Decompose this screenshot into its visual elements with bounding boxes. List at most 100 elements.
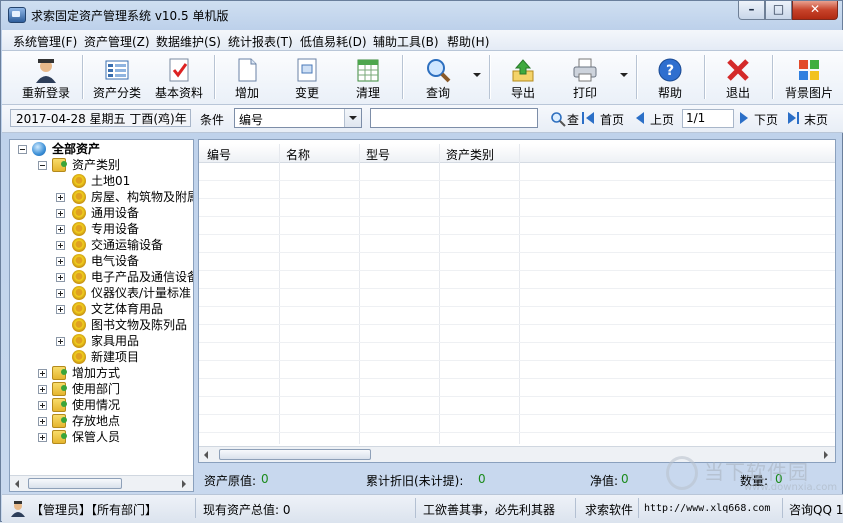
tree-category-group[interactable]: 资产类别 — [72, 157, 120, 173]
search-icon[interactable] — [550, 111, 566, 127]
scroll-left-icon[interactable] — [15, 480, 19, 488]
next-page-button[interactable]: 下页 — [754, 111, 778, 128]
tree-item[interactable]: 专用设备 — [91, 221, 139, 237]
expand-icon[interactable] — [38, 417, 47, 426]
maximize-button[interactable]: □ — [765, 1, 792, 20]
tree-group-usage[interactable]: 使用情况 — [72, 397, 120, 413]
expand-icon[interactable] — [56, 225, 65, 234]
contact-qq[interactable]: 咨询QQ 1 — [789, 501, 843, 518]
expand-icon[interactable] — [38, 401, 47, 410]
expand-icon[interactable] — [56, 193, 65, 202]
expand-icon[interactable] — [38, 433, 47, 442]
category-icon — [72, 350, 86, 364]
print-dropdown-icon[interactable] — [620, 73, 628, 77]
watermark-text: 当下软件园 — [704, 460, 809, 484]
clear-label: 清理 — [355, 86, 380, 100]
scroll-thumb[interactable] — [219, 449, 371, 460]
scroll-left-icon[interactable] — [204, 451, 208, 459]
last-page-button[interactable]: 末页 — [804, 111, 828, 128]
chevron-down-icon[interactable] — [344, 109, 361, 127]
expand-icon[interactable] — [56, 241, 65, 250]
column-header[interactable]: 编号 — [207, 146, 231, 163]
prev-page-icon[interactable] — [636, 112, 644, 124]
asset-class-button[interactable]: 资产分类 — [88, 53, 146, 101]
tree-item[interactable]: 文艺体育用品 — [91, 301, 163, 317]
query-button[interactable]: 查询 — [408, 53, 468, 101]
brand: 求索软件 — [585, 503, 634, 517]
tree-item[interactable]: 新建项目 — [91, 349, 139, 365]
close-button[interactable]: ✕ — [792, 1, 838, 20]
toolbar-separator — [636, 55, 638, 99]
print-button[interactable]: 打印 — [555, 53, 615, 101]
magnifier-icon — [427, 59, 451, 83]
website-link[interactable]: http://www.xlq668.com — [644, 503, 770, 514]
column-header[interactable]: 名称 — [286, 146, 310, 163]
status-separator — [195, 498, 196, 518]
tree-group-custodian[interactable]: 保管人员 — [72, 429, 120, 445]
last-page-icon[interactable] — [788, 112, 796, 124]
menu-consumables[interactable]: 低值易耗(D) — [300, 33, 367, 50]
tree-item[interactable]: 房屋、构筑物及附属 — [91, 189, 193, 205]
condition-select[interactable]: 编号 — [234, 108, 362, 128]
relogin-button[interactable]: 重新登录 — [14, 53, 78, 101]
menu-reports[interactable]: 统计报表(T) — [228, 33, 293, 50]
menu-data-maintenance[interactable]: 数据维护(S) — [156, 33, 221, 50]
scroll-right-icon[interactable] — [182, 480, 186, 488]
help-button[interactable]: ? 帮助 — [642, 53, 698, 101]
add-button[interactable]: 增加 — [220, 53, 274, 101]
scroll-thumb[interactable] — [28, 478, 122, 489]
tree-item[interactable]: 家具用品 — [91, 333, 139, 349]
tree-item[interactable]: 电子产品及通信设备 — [91, 269, 193, 285]
minimize-icon: – — [748, 2, 755, 16]
clear-button[interactable]: 清理 — [340, 53, 396, 101]
expand-icon[interactable] — [38, 369, 47, 378]
menu-assets[interactable]: 资产管理(Z) — [84, 33, 150, 50]
expand-icon[interactable] — [56, 273, 65, 282]
tree-item[interactable]: 电气设备 — [91, 253, 139, 269]
basic-info-button[interactable]: 基本资料 — [150, 53, 208, 101]
expand-icon[interactable] — [56, 305, 65, 314]
search-button-label[interactable]: 查 — [567, 111, 579, 128]
export-button[interactable]: 导出 — [495, 53, 551, 101]
expand-icon[interactable] — [56, 257, 65, 266]
user-icon — [36, 59, 56, 83]
tree-item[interactable]: 仪器仪表/计量标准 — [91, 285, 191, 301]
tree-item[interactable]: 通用设备 — [91, 205, 139, 221]
title-bar[interactable]: 求索固定资产管理系统 v10.5 单机版 – □ ✕ — [1, 1, 843, 29]
background-image-button[interactable]: 背景图片 — [778, 53, 840, 101]
tree-group-location[interactable]: 存放地点 — [72, 413, 120, 429]
column-header[interactable]: 型号 — [366, 146, 390, 163]
search-input[interactable] — [370, 108, 538, 128]
column-header[interactable]: 资产类别 — [446, 146, 494, 163]
next-page-icon[interactable] — [740, 112, 748, 124]
expand-icon[interactable] — [56, 209, 65, 218]
menu-tools[interactable]: 辅助工具(B) — [373, 33, 439, 50]
tree-group-add-method[interactable]: 增加方式 — [72, 365, 120, 381]
minimize-button[interactable]: – — [738, 1, 765, 20]
category-icon — [72, 302, 86, 316]
tree-item[interactable]: 图书文物及陈列品 — [91, 317, 187, 333]
tree-root[interactable]: 全部资产 — [52, 141, 100, 157]
prev-page-button[interactable]: 上页 — [650, 111, 674, 128]
tree-item[interactable]: 土地01 — [91, 173, 130, 189]
collapse-icon[interactable] — [38, 161, 47, 170]
asset-grid[interactable]: 编号 名称 型号 资产类别 — [198, 139, 836, 463]
tree-group-department[interactable]: 使用部门 — [72, 381, 120, 397]
app-window: 求索固定资产管理系统 v10.5 单机版 – □ ✕ 系统管理(F) 资产管理(… — [0, 0, 843, 523]
exit-button[interactable]: 退出 — [710, 53, 766, 101]
expand-icon[interactable] — [56, 289, 65, 298]
query-dropdown-icon[interactable] — [473, 73, 481, 77]
expand-icon[interactable] — [56, 337, 65, 346]
menu-system[interactable]: 系统管理(F) — [13, 33, 77, 50]
category-icon — [72, 286, 86, 300]
page-number-input[interactable]: 1/1 — [682, 109, 734, 128]
change-button[interactable]: 变更 — [280, 53, 334, 101]
tree-item[interactable]: 交通运输设备 — [91, 237, 163, 253]
expand-icon[interactable] — [38, 385, 47, 394]
first-page-button[interactable]: 首页 — [600, 111, 624, 128]
tree-horizontal-scrollbar[interactable] — [10, 475, 193, 491]
collapse-icon[interactable] — [18, 145, 27, 154]
menu-help[interactable]: 帮助(H) — [447, 33, 489, 50]
asset-tree[interactable]: 全部资产 资产类别 土地01 房屋、构筑物及附属 通用设备 专用设备 交通运输设… — [9, 139, 194, 492]
first-page-icon[interactable] — [586, 112, 594, 124]
